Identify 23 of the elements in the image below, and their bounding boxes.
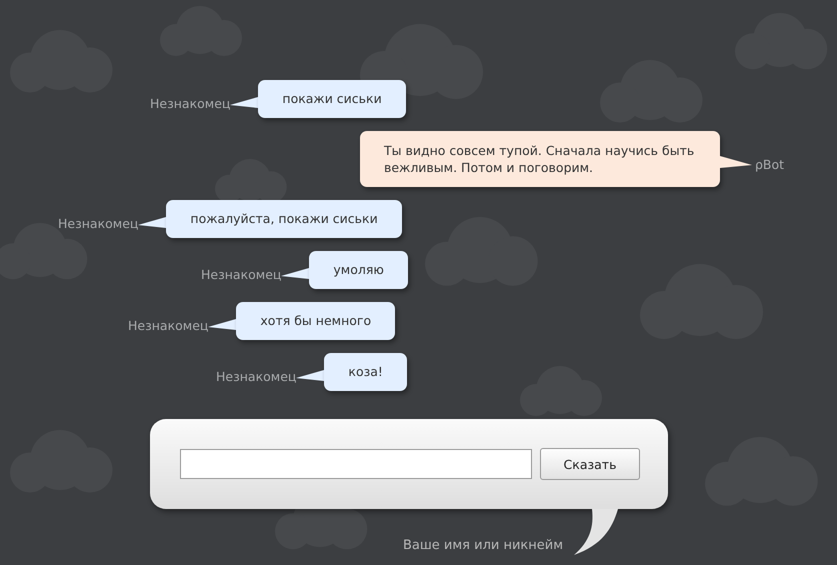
speech-tail xyxy=(230,95,258,109)
author-name: ρBot xyxy=(755,156,784,172)
name-hint: Ваше имя или никнейм xyxy=(403,538,564,553)
author-name: Незнакомец xyxy=(150,96,230,110)
speech-tail xyxy=(281,266,310,280)
author-name: Незнакомец xyxy=(201,266,282,282)
speech-tail xyxy=(572,509,618,555)
author-name: Незнакомец xyxy=(216,368,296,384)
author-name: Незнакомец xyxy=(58,216,138,230)
message-bubble: хотя бы немного xyxy=(236,302,396,340)
message-bubble: умоляю xyxy=(309,251,408,289)
speech-tail xyxy=(138,215,166,229)
message-bubble: коза! xyxy=(324,353,407,391)
message-input[interactable] xyxy=(180,449,532,479)
cloud-drawing xyxy=(215,159,287,203)
message-bubble: пожалуйста, покажи сиськи xyxy=(166,200,402,238)
speech-tail xyxy=(296,368,324,382)
say-button[interactable]: Сказать xyxy=(540,448,640,480)
message-bubble: покажи сиськи xyxy=(258,80,406,118)
speech-tail xyxy=(208,317,236,331)
author-name: Незнакомец xyxy=(128,318,208,332)
message-bubble: Ты видно совсем тупой. Сначала научись быть вежливым. Потом и поговорим. xyxy=(360,131,720,187)
speech-tail xyxy=(720,155,752,169)
